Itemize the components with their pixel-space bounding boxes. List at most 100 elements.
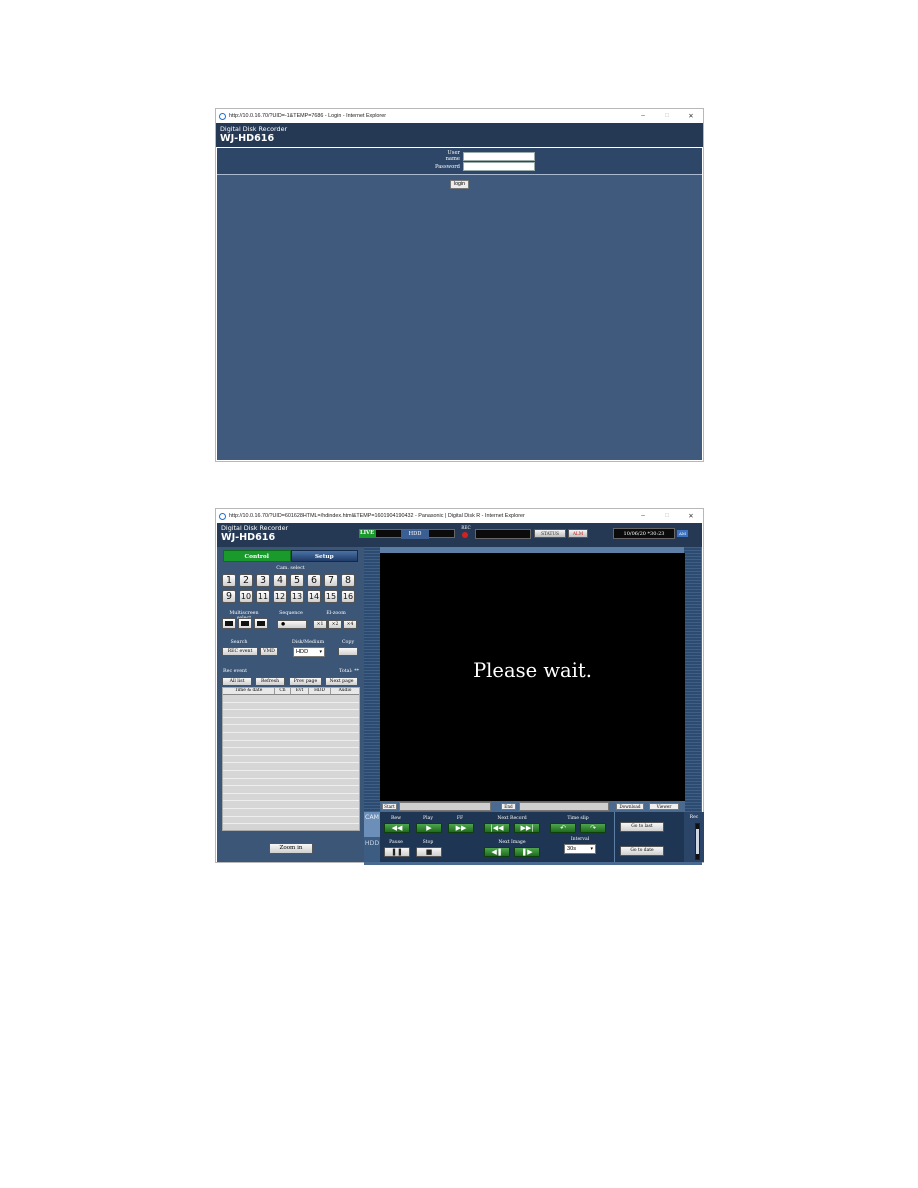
product-model: WJ-HD616 bbox=[221, 532, 276, 543]
camera-13-button[interactable]: 13 bbox=[290, 590, 304, 603]
end-time-field[interactable] bbox=[519, 802, 609, 811]
camera-9-button[interactable]: 9 bbox=[222, 590, 236, 603]
camera-16-button[interactable]: 16 bbox=[341, 590, 355, 603]
end-button[interactable]: End bbox=[501, 803, 516, 810]
play-button[interactable]: ▶ bbox=[416, 823, 442, 833]
tab-control[interactable]: Control bbox=[223, 550, 291, 562]
multiscreen-4-button[interactable] bbox=[222, 618, 236, 629]
column-time-date[interactable]: Time & date bbox=[223, 688, 275, 694]
table-row[interactable] bbox=[223, 786, 359, 794]
scroll-up-arrow-icon[interactable] bbox=[696, 824, 699, 829]
table-row[interactable] bbox=[223, 801, 359, 809]
close-button[interactable]: ✕ bbox=[679, 112, 703, 120]
rec-event-search-button[interactable]: REC event bbox=[222, 647, 258, 656]
el-zoom-x2-button[interactable]: ×2 bbox=[328, 620, 342, 629]
prev-page-button[interactable]: Prev page bbox=[289, 677, 322, 686]
username-label: User name bbox=[445, 150, 460, 162]
table-row[interactable] bbox=[223, 695, 359, 703]
camera-12-button[interactable]: 12 bbox=[273, 590, 287, 603]
el-zoom-x4-button[interactable]: ×4 bbox=[343, 620, 357, 629]
go-to-date-button[interactable]: Go to date bbox=[620, 846, 664, 856]
tab-setup[interactable]: Setup bbox=[290, 550, 358, 562]
table-row[interactable] bbox=[223, 748, 359, 756]
camera-5-button[interactable]: 5 bbox=[290, 574, 304, 587]
viewer-button[interactable]: Viewer bbox=[649, 803, 679, 810]
start-time-field[interactable] bbox=[399, 802, 491, 811]
time-skip-forward-button[interactable]: ↷ bbox=[580, 823, 606, 833]
rewind-button[interactable]: ◀◀ bbox=[384, 823, 410, 833]
pause-button[interactable]: ❚❚ bbox=[384, 847, 410, 857]
table-row[interactable] bbox=[223, 702, 359, 711]
camera-7-button[interactable]: 7 bbox=[324, 574, 338, 587]
minimize-button[interactable]: – bbox=[631, 112, 655, 120]
disk-medium-select[interactable]: HDD ▾ bbox=[293, 647, 325, 657]
table-row[interactable] bbox=[223, 710, 359, 718]
camera-15-button[interactable]: 15 bbox=[324, 590, 338, 603]
stop-button[interactable]: ■ bbox=[416, 847, 442, 857]
multiscreen-16-button[interactable] bbox=[254, 618, 268, 629]
all-list-button[interactable]: All list bbox=[222, 677, 252, 686]
copy-label: Copy bbox=[341, 640, 355, 645]
table-row[interactable] bbox=[223, 755, 359, 764]
time-skip-back-button[interactable]: ↶ bbox=[550, 823, 576, 833]
rec-scrollbar[interactable] bbox=[695, 823, 700, 860]
stop-label: Stop bbox=[422, 840, 434, 845]
previous-record-button[interactable]: |◀◀ bbox=[484, 823, 510, 833]
camera-1-button[interactable]: 1 bbox=[222, 574, 236, 587]
tab-cam[interactable]: CAM bbox=[364, 812, 380, 837]
table-row[interactable] bbox=[223, 732, 359, 741]
go-to-last-button[interactable]: Go to last bbox=[620, 822, 664, 832]
camera-2-button[interactable]: 2 bbox=[239, 574, 253, 587]
camera-3-button[interactable]: 3 bbox=[256, 574, 270, 587]
el-zoom-x1-button[interactable]: ×1 bbox=[313, 620, 327, 629]
maximize-button[interactable]: □ bbox=[655, 512, 679, 520]
scroll-down-arrow-icon[interactable] bbox=[696, 854, 699, 859]
table-row[interactable] bbox=[223, 778, 359, 787]
maximize-button[interactable]: □ bbox=[655, 112, 679, 120]
column-evt[interactable]: Evt bbox=[291, 688, 309, 694]
column-ch[interactable]: Ch bbox=[275, 688, 291, 694]
interval-select[interactable]: 30s ▾ bbox=[564, 844, 596, 854]
table-row[interactable] bbox=[223, 725, 359, 733]
minimize-button[interactable]: – bbox=[631, 512, 655, 520]
username-input[interactable] bbox=[463, 151, 535, 161]
table-row[interactable] bbox=[223, 770, 359, 779]
start-button[interactable]: Start bbox=[382, 803, 397, 810]
sequence-button[interactable]: ● bbox=[277, 620, 307, 629]
video-display[interactable]: Please wait. bbox=[380, 553, 685, 801]
zoom-in-button[interactable]: Zoom in bbox=[269, 843, 313, 854]
multiscreen-9-button[interactable] bbox=[238, 618, 252, 629]
vmd-search-button[interactable]: VMD bbox=[260, 647, 278, 656]
column-hdd[interactable]: HDD bbox=[309, 688, 331, 694]
copy-button[interactable] bbox=[338, 647, 358, 656]
status-button[interactable]: STATUS bbox=[534, 529, 566, 538]
fast-forward-button[interactable]: ▶▶ bbox=[448, 823, 474, 833]
table-row[interactable] bbox=[223, 793, 359, 802]
camera-6-button[interactable]: 6 bbox=[307, 574, 321, 587]
password-input[interactable] bbox=[463, 162, 535, 171]
previous-image-button[interactable]: ◀❚ bbox=[484, 847, 510, 857]
next-image-button[interactable]: ❚▶ bbox=[514, 847, 540, 857]
table-row[interactable] bbox=[223, 740, 359, 749]
live-badge[interactable]: LIVE bbox=[359, 529, 375, 538]
next-page-button[interactable]: Next page bbox=[325, 677, 358, 686]
next-record-button[interactable]: ▶▶| bbox=[514, 823, 540, 833]
table-row[interactable] bbox=[223, 717, 359, 726]
refresh-button[interactable]: Refresh bbox=[255, 677, 285, 686]
table-row[interactable] bbox=[223, 763, 359, 771]
alarm-button[interactable]: ALM bbox=[568, 529, 588, 538]
close-button[interactable]: ✕ bbox=[679, 512, 703, 520]
camera-11-button[interactable]: 11 bbox=[256, 590, 270, 603]
rec-event-table[interactable]: Time & date Ch Evt HDD Audio bbox=[222, 687, 360, 831]
column-audio[interactable]: Audio bbox=[331, 688, 359, 694]
camera-4-button[interactable]: 4 bbox=[273, 574, 287, 587]
table-row[interactable] bbox=[223, 808, 359, 817]
camera-10-button[interactable]: 10 bbox=[239, 590, 253, 603]
skip-back-icon: |◀◀ bbox=[490, 824, 504, 832]
table-row[interactable] bbox=[223, 816, 359, 825]
download-button[interactable]: Download bbox=[616, 803, 644, 810]
camera-14-button[interactable]: 14 bbox=[307, 590, 321, 603]
login-button[interactable]: login bbox=[450, 180, 469, 189]
camera-8-button[interactable]: 8 bbox=[341, 574, 355, 587]
tab-hdd[interactable]: HDD bbox=[364, 837, 380, 862]
